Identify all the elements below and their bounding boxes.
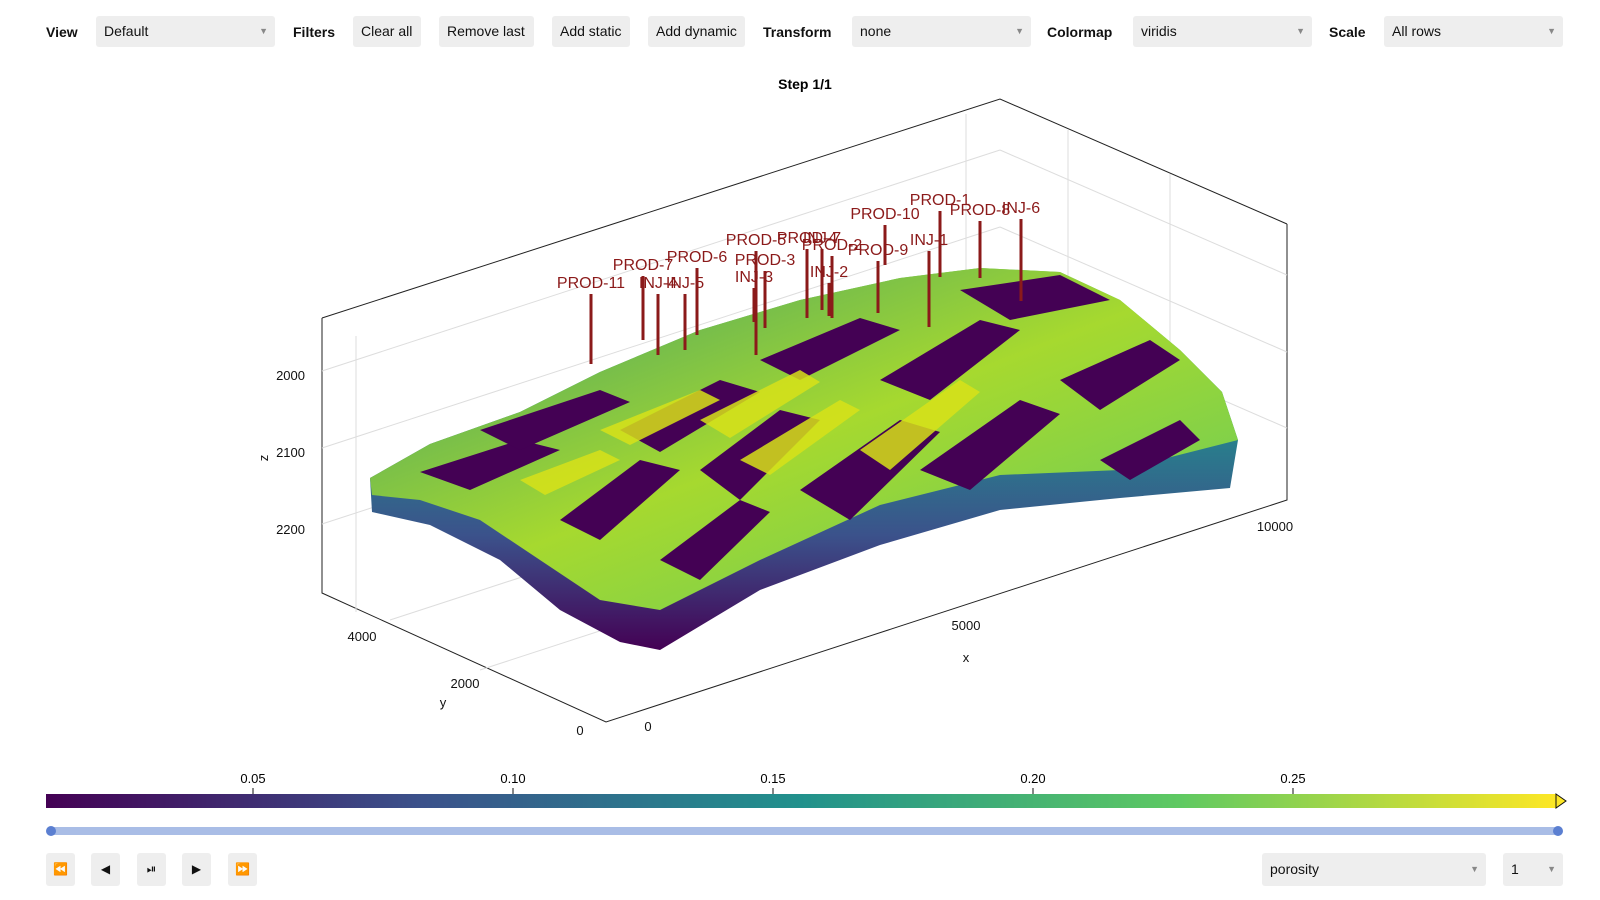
reservoir-surface <box>370 268 1238 650</box>
z-axis-label: z <box>256 455 271 462</box>
transform-select-value: none <box>860 23 892 39</box>
add-dynamic-button[interactable]: Add dynamic <box>648 16 745 47</box>
y-tick-label: 4000 <box>348 629 377 644</box>
view-label: View <box>46 24 78 40</box>
well-label: PROD-7 <box>613 257 674 274</box>
scale-select[interactable]: All rows ▼ <box>1384 16 1563 47</box>
chevron-down-icon: ▼ <box>1015 26 1024 36</box>
well-label: INJ-6 <box>1002 200 1040 217</box>
fast-forward-icon[interactable]: ⏩ <box>228 853 257 886</box>
z-tick-label: 2100 <box>276 445 305 460</box>
x-tick-label: 10000 <box>1257 519 1293 534</box>
slider-start-handle[interactable] <box>46 826 56 836</box>
colorbar-extend-arrow <box>1555 793 1567 809</box>
x-axis-label: x <box>963 650 970 665</box>
colorbar-tick-label: 0.15 <box>760 771 785 786</box>
scale-label: Scale <box>1329 24 1366 40</box>
transform-select[interactable]: none ▼ <box>852 16 1031 47</box>
play-icon[interactable]: ▶ <box>182 853 211 886</box>
y-tick-label: 2000 <box>451 676 480 691</box>
colormap-select[interactable]: viridis ▼ <box>1133 16 1312 47</box>
transform-label: Transform <box>763 24 832 40</box>
colorbar-tick-label: 0.10 <box>500 771 525 786</box>
view-select[interactable]: Default ▼ <box>96 16 275 47</box>
chevron-down-icon: ▼ <box>259 26 268 36</box>
colorbar: 0.05 0.10 0.15 0.20 0.25 <box>46 771 1567 809</box>
scale-select-value: All rows <box>1392 23 1442 39</box>
z-tick-label: 2200 <box>276 522 305 537</box>
chevron-down-icon: ▼ <box>1547 864 1556 874</box>
slider-track[interactable] <box>50 827 1558 835</box>
colormap-label: Colormap <box>1047 24 1113 40</box>
y-axis-label: y <box>440 695 447 710</box>
slider-handle[interactable] <box>1553 826 1563 836</box>
step-select-value: 1 <box>1511 861 1519 877</box>
well-label: PROD-11 <box>557 275 625 292</box>
z-tick-label: 2000 <box>276 368 305 383</box>
x-tick-label: 0 <box>644 719 651 734</box>
step-back-icon[interactable]: ◀ <box>91 853 120 886</box>
colorbar-tick-label: 0.25 <box>1280 771 1305 786</box>
well-label: PROD-9 <box>848 242 909 259</box>
plot-title: Step 1/1 <box>778 76 832 92</box>
well-label: INJ-2 <box>810 264 848 281</box>
chevron-down-icon: ▼ <box>1296 26 1305 36</box>
chevron-down-icon: ▼ <box>1547 26 1556 36</box>
filters-label: Filters <box>293 24 336 40</box>
colorbar-tick-label: 0.20 <box>1020 771 1045 786</box>
well-label: INJ-3 <box>735 269 773 286</box>
well-label: INJ-1 <box>910 232 948 249</box>
colormap-select-value: viridis <box>1141 23 1177 39</box>
toolbar: View Default ▼ Filters Clear all Remove … <box>0 16 1600 48</box>
x-tick-label: 5000 <box>952 618 981 633</box>
colorbar-tick-label: 0.05 <box>240 771 265 786</box>
timestep-slider[interactable] <box>0 820 1600 840</box>
reservoir-3d-plot[interactable]: Step 1/1 PROD-11PROD-7INJ-4INJ-5PROD-6PR… <box>0 60 1600 750</box>
rewind-icon[interactable]: ⏪ <box>46 853 75 886</box>
step-select[interactable]: 1 ▼ <box>1503 853 1563 886</box>
variable-select-value: porosity <box>1270 861 1320 877</box>
chevron-down-icon: ▼ <box>1470 864 1479 874</box>
play-pause-icon[interactable]: ⏯ <box>137 853 166 886</box>
well-label: PROD-6 <box>667 249 728 266</box>
add-static-button[interactable]: Add static <box>552 16 630 47</box>
y-tick-label: 0 <box>576 723 583 738</box>
remove-last-button[interactable]: Remove last <box>439 16 534 47</box>
variable-select[interactable]: porosity ▼ <box>1262 853 1486 886</box>
well-label: PROD-3 <box>735 252 796 269</box>
clear-all-button[interactable]: Clear all <box>353 16 421 47</box>
colorbar-gradient <box>46 794 1556 808</box>
view-select-value: Default <box>104 23 149 39</box>
